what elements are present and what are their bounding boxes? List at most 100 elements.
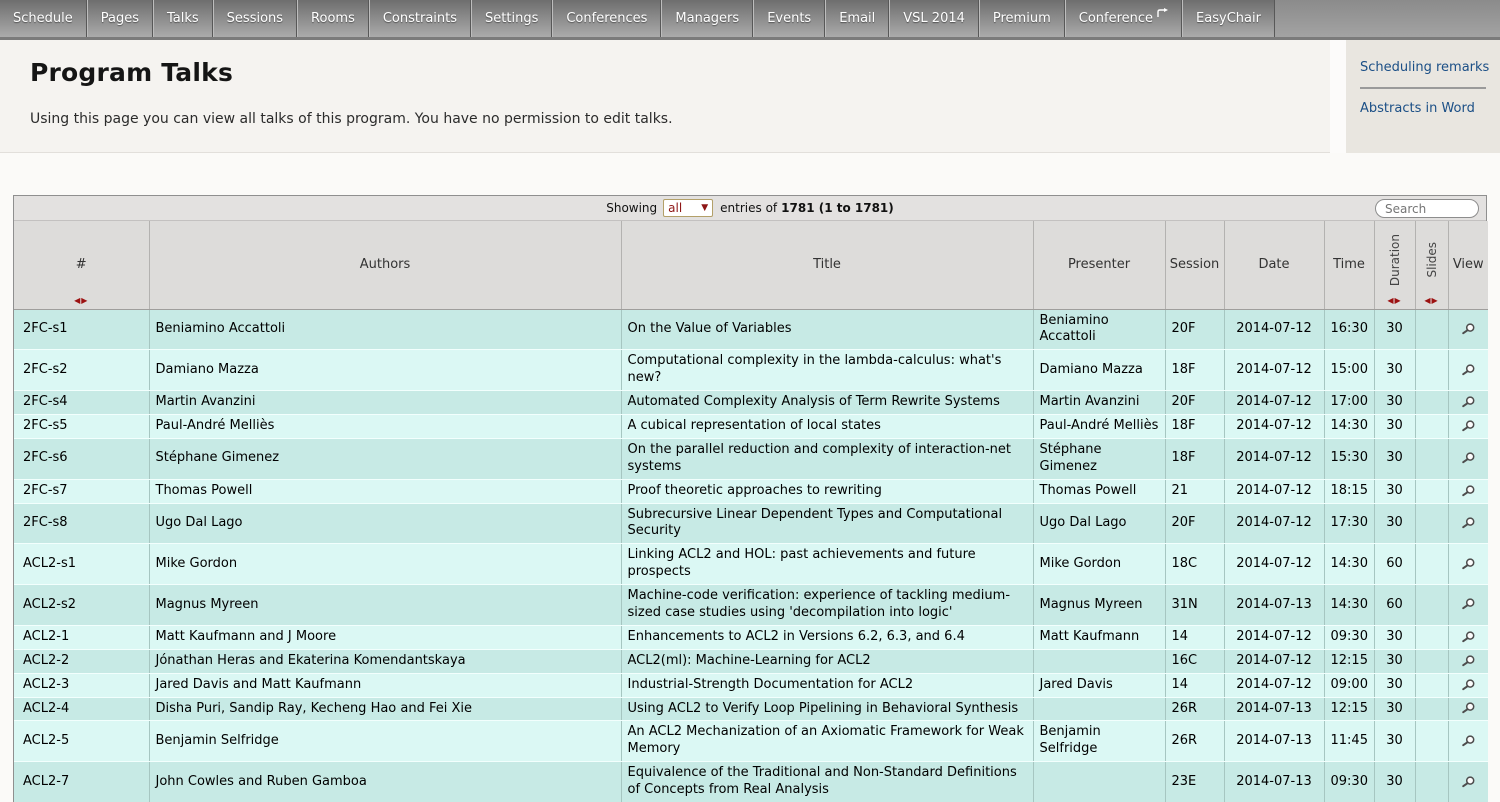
view-talk-button[interactable]	[1455, 557, 1483, 572]
column-header-duration[interactable]: Duration◀▶	[1374, 221, 1415, 309]
magnifier-icon	[1460, 557, 1476, 572]
title-cell: On the Value of Variables	[621, 309, 1033, 350]
presenter-cell	[1033, 697, 1165, 721]
nav-tab-easychair[interactable]: EasyChair	[1182, 0, 1275, 37]
authors-cell: Disha Puri, Sandip Ray, Kecheng Hao and …	[149, 697, 621, 721]
presenter-cell	[1033, 649, 1165, 673]
view-talk-button[interactable]	[1455, 775, 1483, 790]
date-cell: 2014-07-12	[1224, 649, 1324, 673]
view-cell	[1448, 479, 1488, 503]
column-header-slides[interactable]: Slides◀▶	[1415, 221, 1448, 309]
session-cell: 14	[1165, 673, 1224, 697]
sort-arrows-icon[interactable]: ◀▶	[14, 296, 149, 305]
talk-id-cell: ACL2-7	[14, 762, 149, 802]
slides-cell	[1415, 762, 1448, 802]
nav-tab-constraints[interactable]: Constraints	[369, 0, 471, 37]
slides-cell	[1415, 625, 1448, 649]
magnifier-icon	[1460, 597, 1476, 612]
entries-select[interactable]: all ▼	[663, 199, 713, 217]
nav-tab-label: EasyChair	[1196, 11, 1261, 26]
time-cell: 11:45	[1324, 721, 1374, 762]
search-input[interactable]	[1375, 199, 1479, 218]
view-cell	[1448, 721, 1488, 762]
talk-id-cell: ACL2-1	[14, 625, 149, 649]
table-row: ACL2-s1Mike GordonLinking ACL2 and HOL: …	[14, 544, 1488, 585]
table-row: 2FC-s8Ugo Dal LagoSubrecursive Linear De…	[14, 503, 1488, 544]
column-label: Session	[1170, 257, 1220, 272]
column-header-time: Time	[1324, 221, 1374, 309]
time-cell: 15:00	[1324, 350, 1374, 391]
authors-cell: Damiano Mazza	[149, 350, 621, 391]
nav-tab-settings[interactable]: Settings	[471, 0, 552, 37]
nav-bar: SchedulePagesTalks Sessions RoomsConstrain…	[0, 0, 1500, 40]
nav-tab-managers[interactable]: Managers	[661, 0, 753, 37]
view-talk-button[interactable]	[1455, 516, 1483, 531]
side-link-abstracts-in-word[interactable]: Abstracts in Word	[1360, 101, 1490, 116]
view-talk-button[interactable]	[1455, 363, 1483, 378]
column-label: Title	[813, 257, 841, 272]
nav-tab-talks[interactable]: Talks	[153, 0, 213, 37]
talk-id-cell: ACL2-4	[14, 697, 149, 721]
nav-tab-email[interactable]: Email	[825, 0, 889, 37]
column-header-id[interactable]: #◀▶	[14, 221, 149, 309]
talk-id-cell: ACL2-5	[14, 721, 149, 762]
nav-tab-label: Premium	[993, 11, 1051, 26]
talk-id-cell: 2FC-s2	[14, 350, 149, 391]
date-cell: 2014-07-12	[1224, 438, 1324, 479]
table-row: 2FC-s1Beniamino AccattoliOn the Value of…	[14, 309, 1488, 350]
view-talk-button[interactable]	[1455, 395, 1483, 410]
nav-tab-pages[interactable]: Pages	[87, 0, 153, 37]
view-cell	[1448, 585, 1488, 626]
view-talk-button[interactable]	[1455, 451, 1483, 466]
time-cell: 12:15	[1324, 649, 1374, 673]
authors-cell: Jared Davis and Matt Kaufmann	[149, 673, 621, 697]
nav-tab-label: Events	[767, 11, 811, 26]
sort-arrows-icon[interactable]: ◀▶	[1375, 296, 1415, 305]
view-talk-button[interactable]	[1455, 484, 1483, 499]
time-cell: 09:30	[1324, 625, 1374, 649]
nav-tab-rooms[interactable]: Rooms	[297, 0, 369, 37]
nav-tab-events[interactable]: Events	[753, 0, 825, 37]
view-talk-button[interactable]	[1455, 322, 1483, 337]
presenter-cell: Benjamin Selfridge	[1033, 721, 1165, 762]
nav-tab-label: Email	[839, 11, 875, 26]
view-talk-button[interactable]	[1455, 597, 1483, 612]
duration-cell: 30	[1374, 721, 1415, 762]
nav-tab-conference[interactable]: Conference	[1065, 0, 1182, 37]
nav-tab-conferences[interactable]: Conferences	[552, 0, 661, 37]
table-row: ACL2-7John Cowles and Ruben GamboaEquiva…	[14, 762, 1488, 802]
view-talk-button[interactable]	[1455, 630, 1483, 645]
slides-cell	[1415, 438, 1448, 479]
view-talk-button[interactable]	[1455, 419, 1483, 434]
duration-cell: 30	[1374, 697, 1415, 721]
talk-id-cell: 2FC-s8	[14, 503, 149, 544]
nav-tab-premium[interactable]: Premium	[979, 0, 1065, 37]
side-link-scheduling-remarks[interactable]: Scheduling remarks	[1360, 60, 1490, 75]
date-cell: 2014-07-13	[1224, 697, 1324, 721]
duration-cell: 30	[1374, 438, 1415, 479]
nav-tab-vsl-2014[interactable]: VSL 2014	[889, 0, 979, 37]
view-talk-button[interactable]	[1455, 701, 1483, 716]
nav-tab-sessions[interactable]: Sessions	[213, 0, 297, 37]
view-talk-button[interactable]	[1455, 678, 1483, 693]
view-talk-button[interactable]	[1455, 654, 1483, 669]
presenter-cell: Thomas Powell	[1033, 479, 1165, 503]
view-talk-button[interactable]	[1455, 734, 1483, 749]
slides-cell	[1415, 503, 1448, 544]
authors-cell: Stéphane Gimenez	[149, 438, 621, 479]
title-cell: Industrial-Strength Documentation for AC…	[621, 673, 1033, 697]
nav-tab-schedule[interactable]: Schedule	[0, 0, 87, 37]
date-cell: 2014-07-12	[1224, 544, 1324, 585]
title-cell: Automated Complexity Analysis of Term Re…	[621, 391, 1033, 415]
nav-tab-label: Sessions	[227, 11, 283, 26]
session-cell: 18F	[1165, 414, 1224, 438]
table-row: ACL2-2Jónathan Heras and Ekaterina Komen…	[14, 649, 1488, 673]
table-row: 2FC-s4Martin AvanziniAutomated Complexit…	[14, 391, 1488, 415]
slides-cell	[1415, 350, 1448, 391]
magnifier-icon	[1460, 484, 1476, 499]
authors-cell: Mike Gordon	[149, 544, 621, 585]
page-title: Program Talks	[30, 58, 1330, 87]
page-description: Using this page you can view all talks o…	[30, 111, 1330, 127]
sort-arrows-icon[interactable]: ◀▶	[1416, 296, 1448, 305]
magnifier-icon	[1460, 395, 1476, 410]
